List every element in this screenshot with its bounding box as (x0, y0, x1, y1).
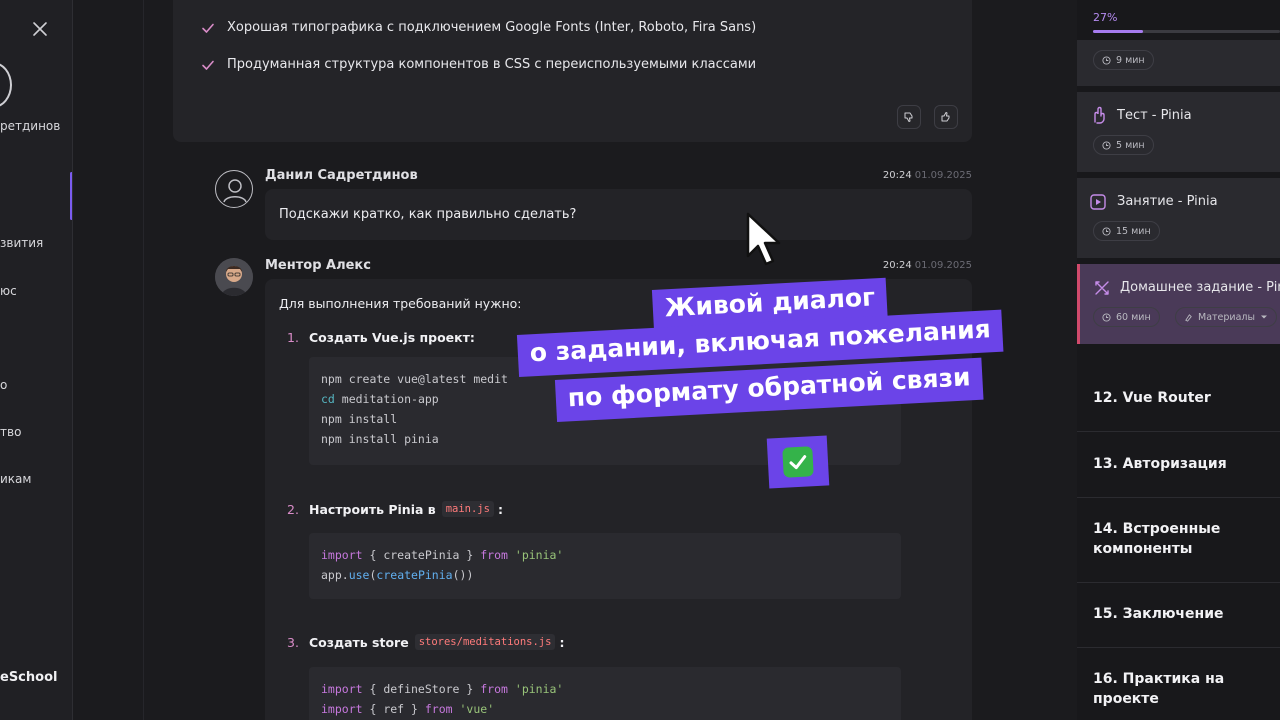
inline-code: stores/meditations.js (414, 634, 556, 650)
lesson-title: Домашнее задание - Pin (1120, 280, 1280, 295)
user-message: Данил Садретдинов 20:24 01.09.2025 Подска… (215, 168, 972, 242)
code-block[interactable]: import { createPinia } from 'pinia' app.… (309, 533, 901, 599)
module-item[interactable]: 15. Заключение (1093, 604, 1273, 624)
duration-pill: 60 мин (1093, 307, 1160, 327)
duration-pill: 9 мин (1093, 50, 1154, 70)
clock-icon (1102, 312, 1111, 322)
message-timestamp: 20:24 01.09.2025 (882, 170, 972, 181)
divider (1077, 582, 1280, 583)
duration-pill: 5 мин (1093, 135, 1154, 155)
step-3: 3. Создать store stores/meditations.js : (287, 634, 565, 650)
sidebar-item-3[interactable]: о (0, 378, 7, 392)
check-icon (782, 446, 814, 478)
progress-label: 27% (1093, 11, 1118, 24)
message-author: Данил Садретдинов (265, 168, 418, 183)
list-item: Хорошая типографика с подключением Googl… (201, 20, 756, 35)
checkmark-emoji (766, 435, 830, 489)
brand-name: eSchool (0, 670, 58, 685)
list-item: Продуманная структура компонентов в CSS … (201, 57, 756, 72)
course-panel: 27% 9 мин Тест - Pinia 5 мин Занятие - P… (1077, 0, 1280, 720)
sidebar-item-5[interactable]: икам (0, 472, 31, 486)
check-icon (201, 21, 215, 35)
thumbs-down-icon (904, 112, 913, 122)
message-author: Ментор Алекс (265, 258, 371, 273)
divider (1077, 497, 1280, 498)
close-icon[interactable] (30, 19, 50, 39)
message-text: Подскажи кратко, как правильно сделать? (279, 207, 577, 222)
duration-pill: 15 мин (1093, 221, 1160, 241)
module-item[interactable]: 14. Встроенные компоненты (1093, 519, 1273, 559)
clock-icon (1102, 140, 1111, 150)
module-item[interactable]: 13. Авторизация (1093, 454, 1273, 474)
check-icon (201, 58, 215, 72)
materials-icon (1185, 313, 1192, 322)
sidebar-item-4[interactable]: тво (0, 425, 21, 439)
mentor-avatar (215, 258, 253, 296)
chat-area: Хорошая типографика с подключением Googl… (73, 0, 1077, 720)
sidebar-item-1[interactable]: звития (0, 236, 43, 250)
user-avatar-icon (215, 170, 253, 208)
left-sidebar: ретдинов звития юс о тво икам eSchool (0, 0, 73, 720)
lesson-item-test[interactable]: Тест - Pinia 5 мин (1077, 92, 1280, 172)
previous-message-card: Хорошая типографика с подключением Googl… (173, 0, 972, 142)
clock-icon (1102, 55, 1111, 65)
step-1: 1. Создать Vue.js проект: (287, 330, 475, 345)
progress-bar (1093, 30, 1280, 33)
lesson-icon (1089, 193, 1107, 211)
divider (1077, 431, 1280, 432)
mouse-cursor-icon (746, 212, 782, 268)
lesson-title: Занятие - Pinia (1117, 194, 1218, 209)
module-item[interactable]: 16. Практика на проекте (1093, 669, 1273, 709)
user-avatar[interactable] (0, 62, 12, 108)
materials-dropdown[interactable]: Материалы (1175, 307, 1277, 327)
lesson-item-lesson[interactable]: Занятие - Pinia 15 мин (1077, 178, 1280, 258)
homework-icon (1093, 279, 1111, 297)
sidebar-item-2[interactable]: юс (0, 284, 17, 298)
chevron-down-icon (1261, 315, 1267, 319)
lesson-item[interactable]: 9 мин (1077, 40, 1280, 86)
test-icon (1089, 106, 1107, 124)
lesson-title: Тест - Pinia (1117, 108, 1192, 123)
message-timestamp: 20:24 01.09.2025 (882, 260, 972, 271)
clock-icon (1102, 226, 1111, 236)
lesson-item-homework-active[interactable]: Домашнее задание - Pin 60 мин Материалы (1077, 264, 1280, 344)
step-2: 2. Настроить Pinia в main.js : (287, 501, 503, 517)
thumbs-up-icon (941, 112, 950, 122)
like-button[interactable] (934, 105, 958, 129)
message-bubble: Подскажи кратко, как правильно сделать? (265, 189, 972, 240)
inline-code: main.js (441, 501, 494, 517)
divider (143, 0, 144, 720)
user-name: ретдинов (0, 119, 61, 133)
divider (1077, 647, 1280, 648)
progress-fill (1093, 30, 1144, 33)
module-item[interactable]: 12. Vue Router (1093, 388, 1273, 408)
code-block[interactable]: import { defineStore } from 'pinia' impo… (309, 667, 901, 720)
dislike-button[interactable] (897, 105, 921, 129)
message-intro: Для выполнения требований нужно: (279, 296, 522, 311)
